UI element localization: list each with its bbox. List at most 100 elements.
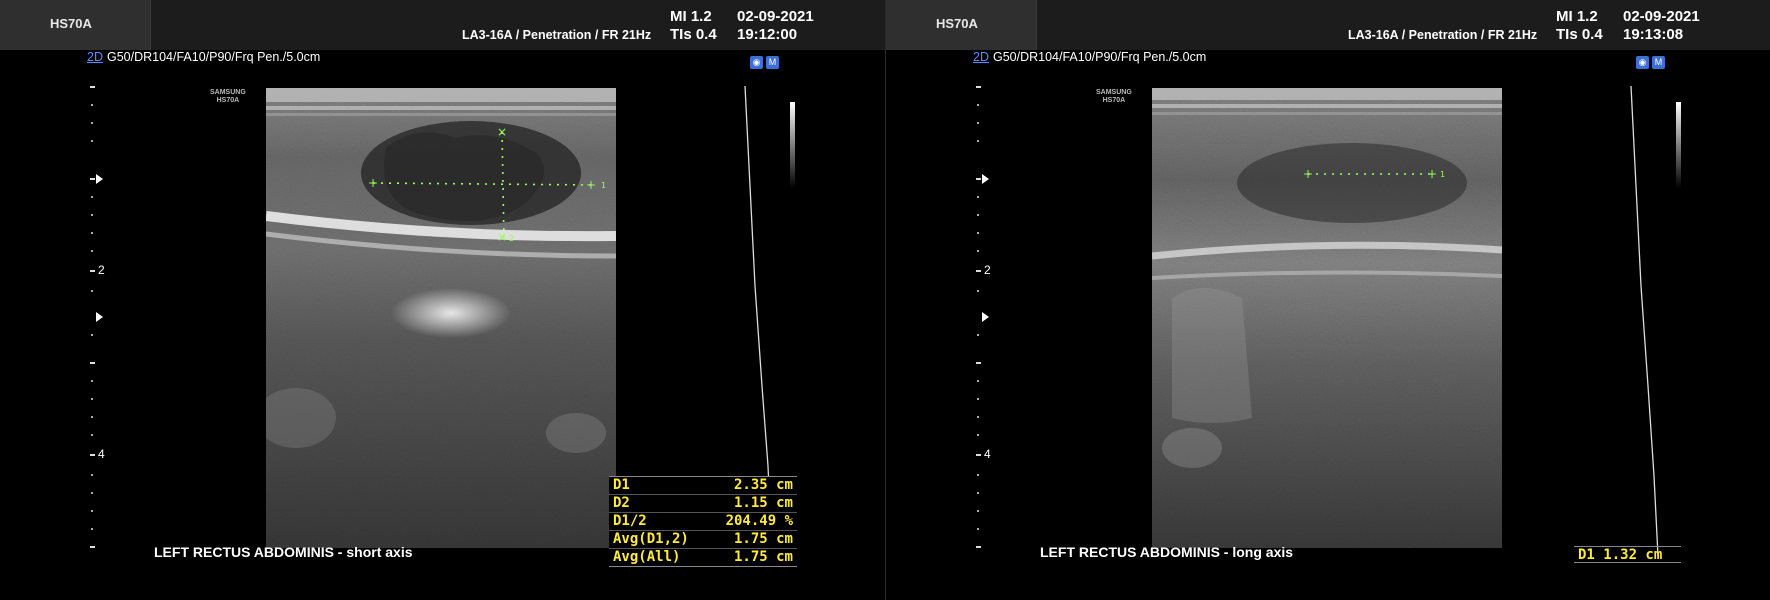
depth-label-4: 4 — [984, 447, 991, 461]
depth-dot — [91, 104, 93, 106]
measurement-row: D1/2 204.49 % — [609, 512, 797, 530]
thermal-index: TIs 0.4 — [670, 26, 717, 43]
measurement-label: D1 — [613, 477, 630, 493]
mechanical-index: MI 1.2 — [670, 8, 712, 25]
depth-dot — [977, 214, 979, 216]
mode-icon[interactable]: M — [1652, 56, 1665, 69]
depth-dot — [91, 250, 93, 252]
depth-dot — [91, 232, 93, 234]
depth-dot — [977, 250, 979, 252]
depth-dot — [977, 528, 979, 530]
params-text: G50/DR104/FA10/P90/Frq Pen./5.0cm — [992, 50, 1207, 64]
depth-label-2: 2 — [98, 263, 105, 277]
depth-tick — [90, 454, 95, 456]
ultrasound-image[interactable]: + + 1 × × 2 — [266, 88, 616, 548]
mode-label[interactable]: 2D — [87, 50, 103, 64]
depth-tick — [90, 270, 95, 272]
depth-tick — [976, 454, 981, 456]
brand-line1: SAMSUNG — [210, 89, 246, 96]
depth-dot — [977, 380, 979, 382]
depth-dot — [977, 122, 979, 124]
depth-dot — [91, 474, 93, 476]
device-model: HS70A — [50, 16, 92, 31]
focus-marker[interactable] — [96, 174, 103, 184]
depth-tick — [976, 362, 981, 364]
ultrasound-image-svg: + + 1 — [1152, 88, 1502, 548]
mode-icon[interactable]: M — [766, 56, 779, 69]
image-caption: LEFT RECTUS ABDOMINIS - long axis — [1040, 544, 1294, 560]
depth-scale: 2 4 — [84, 84, 114, 554]
grayscale-bar — [790, 102, 795, 188]
depth-dot — [91, 380, 93, 382]
depth-scale: 2 4 — [970, 84, 1000, 554]
measurement-value: 204.49 % — [725, 513, 793, 529]
freeze-icon[interactable]: ◉ — [750, 56, 763, 69]
measurement-box: D1 2.35 cm D2 1.15 cm D1/2 204.49 % Avg(D1,… — [609, 476, 797, 567]
top-icons: ◉ M — [750, 52, 782, 70]
measurement-value: 2.35 cm — [733, 477, 793, 493]
tgc-curve — [1630, 86, 1659, 556]
probe-info: LA3-16A / Penetration / FR 21Hz — [1348, 28, 1538, 42]
measurement-label: D2 — [613, 495, 630, 511]
ultrasound-panel-left: HS70A LA3-16A / Penetration / FR 21Hz MI… — [0, 0, 885, 600]
depth-label-2: 2 — [984, 263, 991, 277]
focus-marker[interactable] — [982, 174, 989, 184]
svg-text:×: × — [497, 230, 507, 244]
depth-dot — [977, 334, 979, 336]
imaging-params: 2D G50/DR104/FA10/P90/Frq Pen./5.0cm — [973, 50, 1206, 64]
ultrasound-image-svg: + + 1 × × 2 — [266, 88, 616, 548]
params-text: G50/DR104/FA10/P90/Frq Pen./5.0cm — [106, 50, 321, 64]
brand-line2: HS70A — [1102, 97, 1126, 104]
imaging-params: 2D G50/DR104/FA10/P90/Frq Pen./5.0cm — [87, 50, 320, 64]
depth-dot — [977, 474, 979, 476]
depth-dot — [977, 104, 979, 106]
depth-tick — [90, 178, 95, 180]
image-caption: LEFT RECTUS ABDOMINIS - short axis — [154, 544, 413, 560]
device-model: HS70A — [936, 16, 978, 31]
measurement-label: D1/2 — [613, 513, 647, 529]
depth-dot — [977, 434, 979, 436]
depth-dot — [91, 214, 93, 216]
depth-tick — [976, 178, 981, 180]
depth-dot — [977, 196, 979, 198]
depth-tick — [976, 270, 981, 272]
depth-dot — [977, 232, 979, 234]
exam-time: 19:13:08 — [1623, 26, 1684, 43]
freeze-icon[interactable]: ◉ — [1636, 56, 1649, 69]
depth-tick — [976, 546, 981, 548]
depth-dot — [977, 492, 979, 494]
brand-line2: HS70A — [216, 97, 240, 104]
svg-text:×: × — [497, 125, 507, 139]
depth-tick — [90, 362, 95, 364]
svg-text:+: + — [586, 178, 596, 192]
ultrasound-panel-right: HS70A LA3-16A / Penetration / FR 21Hz MI… — [886, 0, 1770, 600]
depth-dot — [91, 528, 93, 530]
mode-label[interactable]: 2D — [973, 50, 989, 64]
grayscale-bar — [1676, 102, 1681, 188]
depth-dot — [91, 492, 93, 494]
exam-date: 02-09-2021 — [1623, 8, 1700, 25]
probe-info: LA3-16A / Penetration / FR 21Hz — [462, 28, 652, 42]
depth-dot — [977, 140, 979, 142]
depth-dot — [91, 290, 93, 292]
depth-dot — [91, 122, 93, 124]
ultrasound-image[interactable]: + + 1 — [1152, 88, 1502, 548]
caliper-label-d1: 1 — [601, 181, 606, 190]
brand-watermark: SAMSUNG HS70A — [210, 89, 246, 105]
depth-tick — [976, 86, 981, 88]
caliper-label-d2: 2 — [509, 234, 514, 243]
thermal-index: TIs 0.4 — [1556, 26, 1603, 43]
depth-dot — [91, 140, 93, 142]
depth-dot — [977, 290, 979, 292]
caliper-label-d1: 1 — [1440, 170, 1445, 179]
measurement-label: Avg(All) — [613, 549, 681, 565]
depth-label-4: 4 — [98, 447, 105, 461]
measurement-value: 1.15 cm — [733, 495, 793, 511]
depth-dot — [91, 416, 93, 418]
svg-text:+: + — [1427, 167, 1437, 181]
focus-marker[interactable] — [96, 312, 103, 322]
measurement-single: D1 1.32 cm — [1574, 546, 1681, 563]
brand-watermark: SAMSUNG HS70A — [1096, 89, 1132, 105]
focus-marker[interactable] — [982, 312, 989, 322]
depth-dot — [91, 398, 93, 400]
